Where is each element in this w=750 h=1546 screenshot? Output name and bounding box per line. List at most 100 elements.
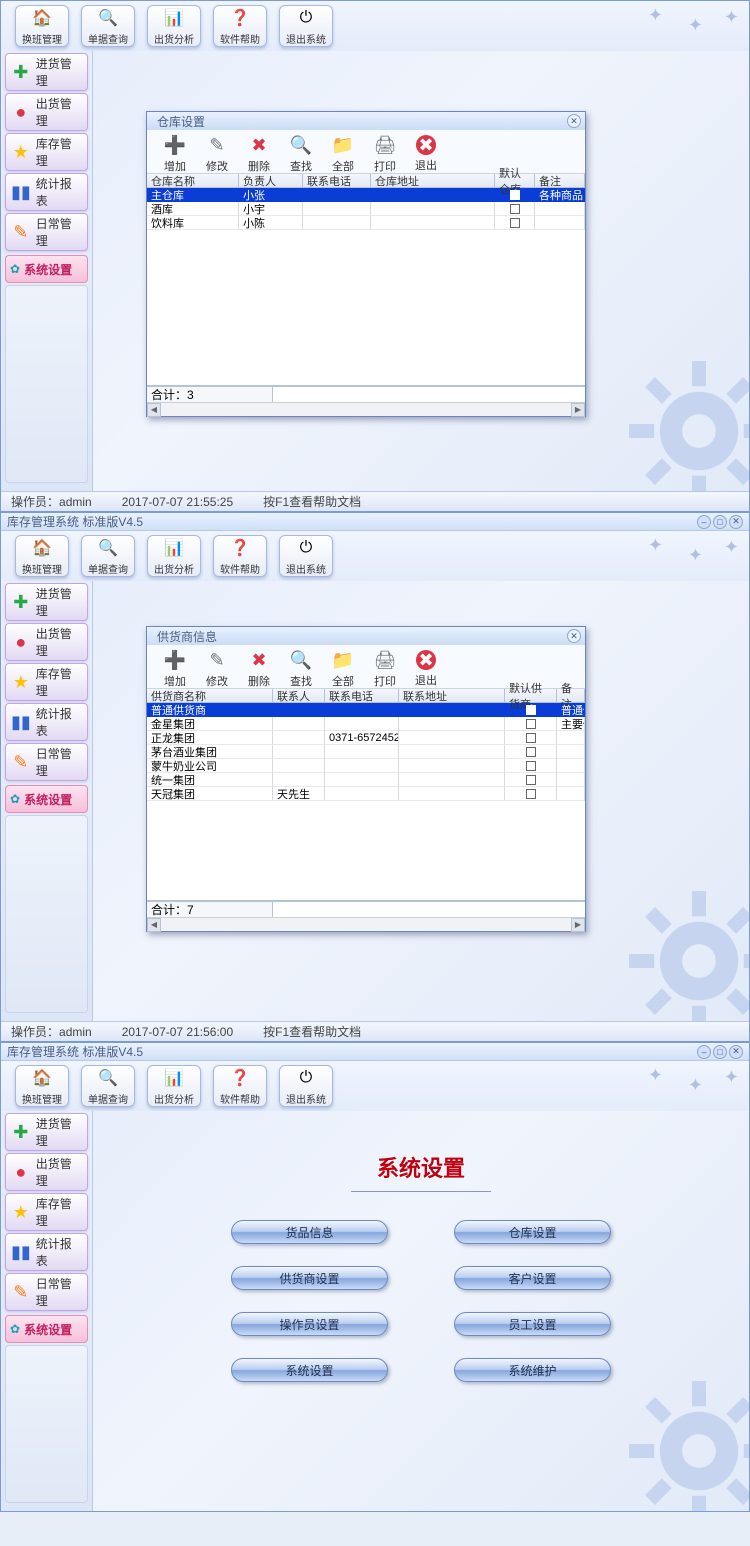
toolbar-btn-help[interactable]: ❓软件帮助 [213,535,267,577]
sidebar-item-system[interactable]: ✿系统设置 [5,255,88,283]
exit-button[interactable]: ✖退出 [413,648,439,685]
exit-button[interactable]: ✖退出 [413,133,439,170]
toolbar-btn-analysis[interactable]: 📊出货分析 [147,1065,201,1107]
warehouse-settings-button[interactable]: 仓库设置 [454,1220,611,1244]
default-checkbox[interactable] [526,747,536,757]
default-checkbox[interactable] [526,761,536,771]
minimize-button[interactable]: – [697,1045,711,1059]
add-button[interactable]: ➕增加 [161,648,189,685]
staff-settings-button[interactable]: 员工设置 [454,1312,611,1336]
col-person[interactable]: 负责人 [239,174,303,188]
maximize-button[interactable]: □ [713,515,727,529]
dialog-close-button[interactable]: ✕ [567,114,581,128]
sidebar-item-report[interactable]: ▮▮统计报表 [5,173,88,211]
sidebar-item-daily[interactable]: ✎日常管理 [5,1273,88,1311]
all-button[interactable]: 📁全部 [329,133,357,170]
sidebar-item-daily[interactable]: ✎日常管理 [5,213,88,251]
toolbar-btn-shift[interactable]: 🏠换班管理 [15,1065,69,1107]
system-settings-button[interactable]: 系统设置 [231,1358,388,1382]
scroll-left-icon[interactable]: ◀ [147,403,161,417]
find-button[interactable]: 🔍查找 [287,648,315,685]
table-row[interactable]: 茅台酒业集团 [147,745,585,759]
default-checkbox[interactable] [510,190,520,200]
sidebar-item-inbound[interactable]: ✚进货管理 [5,53,88,91]
sidebar-item-inbound[interactable]: ✚进货管理 [5,1113,88,1151]
col-remark[interactable]: 备注 [535,174,585,188]
default-checkbox[interactable] [526,733,536,743]
default-checkbox[interactable] [526,705,536,715]
toolbar-btn-query[interactable]: 🔍单据查询 [81,5,135,47]
col-addr[interactable]: 仓库地址 [371,174,495,188]
window-close-button[interactable]: ✕ [729,1045,743,1059]
table-row[interactable]: 正龙集团0371-65724521 13 [147,731,585,745]
toolbar-btn-exit[interactable]: ⏻退出系统 [279,5,333,47]
delete-button[interactable]: ✖删除 [245,133,273,170]
toolbar-btn-exit[interactable]: ⏻退出系统 [279,1065,333,1107]
supplier-settings-button[interactable]: 供货商设置 [231,1266,388,1290]
scroll-left-icon[interactable]: ◀ [147,918,161,932]
sidebar-item-inbound[interactable]: ✚进货管理 [5,583,88,621]
customer-settings-button[interactable]: 客户设置 [454,1266,611,1290]
col-phone[interactable]: 联系电话 [303,174,371,188]
col-phone[interactable]: 联系电话 [325,689,399,703]
scroll-track[interactable] [161,403,571,416]
toolbar-btn-shift[interactable]: 🏠换班管理 [15,5,69,47]
edit-button[interactable]: ✎修改 [203,133,231,170]
sidebar-item-system[interactable]: ✿系统设置 [5,1315,88,1343]
default-checkbox[interactable] [526,719,536,729]
sidebar-item-stock[interactable]: ★库存管理 [5,1193,88,1231]
toolbar-btn-query[interactable]: 🔍单据查询 [81,1065,135,1107]
col-name[interactable]: 仓库名称 [147,174,239,188]
col-remark[interactable]: 备注 [557,689,585,703]
scroll-right-icon[interactable]: ▶ [571,403,585,417]
table-row[interactable]: 酒库小宇 [147,202,585,216]
maximize-button[interactable]: □ [713,1045,727,1059]
col-default[interactable]: 默认仓库 [495,174,535,188]
dialog-close-button[interactable]: ✕ [567,629,581,643]
table-row[interactable]: 天冠集团天先生 [147,787,585,801]
sidebar-item-outbound[interactable]: ●出货管理 [5,623,88,661]
table-row[interactable]: 饮料库小陈 [147,216,585,230]
default-checkbox[interactable] [526,789,536,799]
system-maintain-button[interactable]: 系统维护 [454,1358,611,1382]
col-addr[interactable]: 联系地址 [399,689,505,703]
window-close-button[interactable]: ✕ [729,515,743,529]
toolbar-btn-analysis[interactable]: 📊出货分析 [147,535,201,577]
table-row[interactable]: 统一集团 [147,773,585,787]
col-supplier[interactable]: 供货商名称 [147,689,273,703]
print-button[interactable]: 🖨打印 [371,133,399,170]
table-row[interactable]: 普通供货商普通供 [147,703,585,717]
edit-button[interactable]: ✎修改 [203,648,231,685]
scroll-right-icon[interactable]: ▶ [571,918,585,932]
table-row[interactable]: 金星集团主要供 [147,717,585,731]
horizontal-scrollbar[interactable]: ◀ ▶ [147,402,585,416]
toolbar-btn-help[interactable]: ❓软件帮助 [213,1065,267,1107]
sidebar-item-stock[interactable]: ★库存管理 [5,133,88,171]
sidebar-item-outbound[interactable]: ●出货管理 [5,1153,88,1191]
all-button[interactable]: 📁全部 [329,648,357,685]
delete-button[interactable]: ✖删除 [245,648,273,685]
toolbar-btn-shift[interactable]: 🏠换班管理 [15,535,69,577]
add-button[interactable]: ➕增加 [161,133,189,170]
sidebar-item-system[interactable]: ✿系统设置 [5,785,88,813]
print-button[interactable]: 🖨打印 [371,648,399,685]
default-checkbox[interactable] [510,204,520,214]
sidebar-item-outbound[interactable]: ●出货管理 [5,93,88,131]
sidebar-item-report[interactable]: ▮▮统计报表 [5,703,88,741]
grid-empty-area[interactable] [147,230,585,386]
minimize-button[interactable]: – [697,515,711,529]
sidebar-item-report[interactable]: ▮▮统计报表 [5,1233,88,1271]
table-row[interactable]: 主仓库小张各种商品（主 [147,188,585,202]
operator-settings-button[interactable]: 操作员设置 [231,1312,388,1336]
default-checkbox[interactable] [526,775,536,785]
goods-info-button[interactable]: 货品信息 [231,1220,388,1244]
horizontal-scrollbar[interactable]: ◀ ▶ [147,917,585,931]
toolbar-btn-exit[interactable]: ⏻退出系统 [279,535,333,577]
sidebar-item-daily[interactable]: ✎日常管理 [5,743,88,781]
table-row[interactable]: 蒙牛奶业公司 [147,759,585,773]
toolbar-btn-query[interactable]: 🔍单据查询 [81,535,135,577]
toolbar-btn-analysis[interactable]: 📊出货分析 [147,5,201,47]
default-checkbox[interactable] [510,218,520,228]
find-button[interactable]: 🔍查找 [287,133,315,170]
toolbar-btn-help[interactable]: ❓软件帮助 [213,5,267,47]
